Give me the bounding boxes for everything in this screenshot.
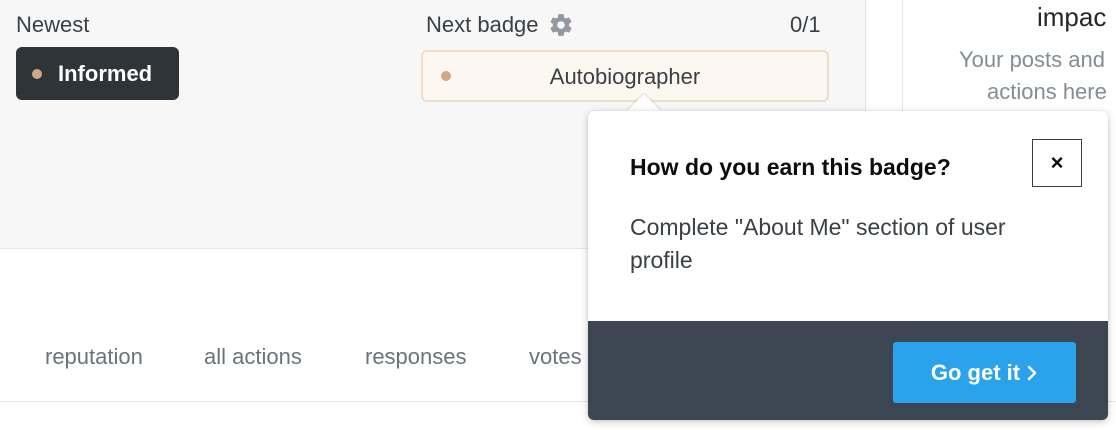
newest-badge[interactable]: Informed (16, 47, 179, 100)
next-badge-name: Autobiographer (549, 64, 701, 89)
close-button[interactable]: × (1032, 139, 1082, 187)
popover-footer: Go get it (588, 321, 1108, 420)
badge-progress-count: 0/1 (790, 12, 821, 37)
newest-badge-name: Informed (58, 60, 153, 86)
next-badge-label: Next badge (426, 12, 539, 37)
chevron-right-icon (1026, 363, 1038, 383)
tab-responses[interactable]: responses (365, 344, 467, 370)
badge-popover: How do you earn this badge? × Complete "… (588, 111, 1108, 420)
popover-title: How do you earn this badge? (630, 154, 951, 180)
close-icon: × (1050, 150, 1064, 175)
tab-votes[interactable]: votes (529, 344, 582, 370)
go-get-it-label: Go get it (930, 359, 1021, 385)
tab-reputation[interactable]: reputation (45, 344, 143, 370)
newest-label: Newest (16, 12, 90, 37)
gear-icon[interactable] (548, 12, 574, 38)
bronze-badge-icon (32, 68, 42, 79)
popover-description: Complete "About Me" section of user prof… (630, 214, 1006, 273)
next-badge-heading: Next badge (426, 12, 574, 38)
tab-all-actions[interactable]: all actions (204, 344, 302, 370)
go-get-it-button[interactable]: Go get it (893, 342, 1076, 403)
impact-description-line: Your posts and (959, 47, 1105, 72)
impact-description-line: actions here (987, 79, 1107, 104)
impact-title: impac (1037, 2, 1107, 32)
next-badge[interactable]: Autobiographer (421, 50, 829, 102)
impact-description: Your posts and actions here (959, 44, 1107, 108)
